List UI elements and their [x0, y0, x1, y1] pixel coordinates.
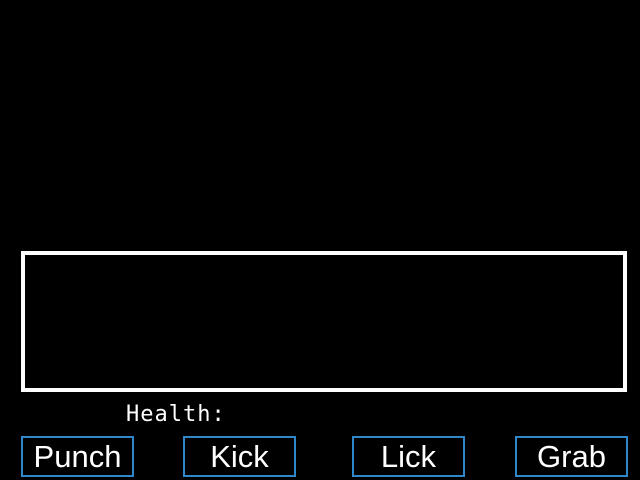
lick-button[interactable]: Lick [352, 436, 465, 477]
kick-button[interactable]: Kick [183, 436, 296, 477]
grab-button[interactable]: Grab [515, 436, 628, 477]
punch-button[interactable]: Punch [21, 436, 134, 477]
health-label: Health: [126, 402, 226, 427]
dialog-box [21, 251, 627, 392]
